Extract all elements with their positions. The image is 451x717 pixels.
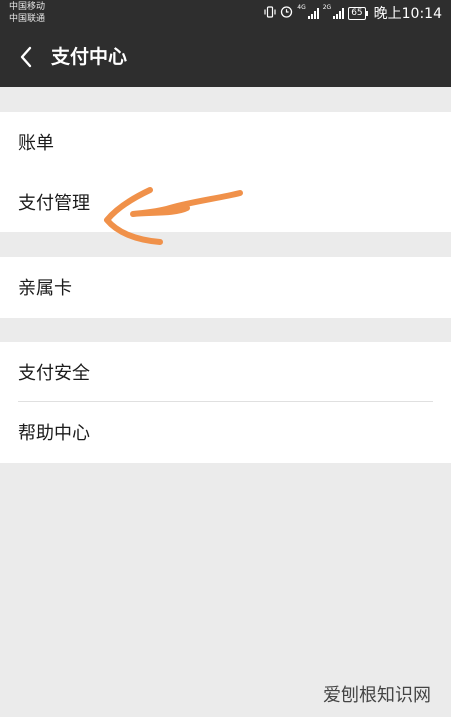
menu-item-label: 支付管理 xyxy=(18,193,90,214)
chevron-left-icon xyxy=(20,46,32,68)
menu-item-label: 账单 xyxy=(18,133,54,154)
menu-item-label: 帮助中心 xyxy=(18,423,90,444)
alarm-clock-icon xyxy=(280,5,293,21)
back-button[interactable] xyxy=(10,41,42,73)
menu-item-help-center[interactable]: 帮助中心 xyxy=(0,402,451,462)
carrier-2-label: 中国联通 xyxy=(9,14,46,24)
menu-item-payment-security[interactable]: 支付安全 xyxy=(0,342,451,402)
battery-level: 65 xyxy=(348,6,366,20)
network-type-2: 2G xyxy=(322,4,332,11)
menu-item-payment-management[interactable]: 支付管理 xyxy=(0,172,451,232)
watermark: 爱刨根知识网 xyxy=(323,685,431,706)
menu-group-3: 支付安全 帮助中心 xyxy=(0,342,451,463)
menu-group-1: 账单 支付管理 xyxy=(0,112,451,232)
signal-1-icon xyxy=(307,7,319,19)
status-icons: 4G 2G 65 晚上10:14 xyxy=(264,4,442,22)
vibrate-icon xyxy=(264,5,276,21)
status-bar: 中国移动 中国联通 4G 2G 65 晚上10:14 xyxy=(0,0,451,27)
page-title: 支付中心 xyxy=(51,46,128,68)
menu-item-bill[interactable]: 账单 xyxy=(0,112,451,172)
menu-item-label: 亲属卡 xyxy=(18,278,72,299)
menu-item-family-card[interactable]: 亲属卡 xyxy=(0,257,451,317)
network-type-1: 4G xyxy=(297,4,306,11)
nav-bar: 支付中心 xyxy=(0,27,451,87)
battery-icon: 65 xyxy=(348,6,368,20)
menu-group-2: 亲属卡 xyxy=(0,257,451,318)
menu-item-label: 支付安全 xyxy=(18,363,90,384)
signal-2-icon xyxy=(333,7,345,19)
clock-time: 晚上10:14 xyxy=(373,6,442,22)
carrier-1-label: 中国移动 xyxy=(9,2,46,12)
